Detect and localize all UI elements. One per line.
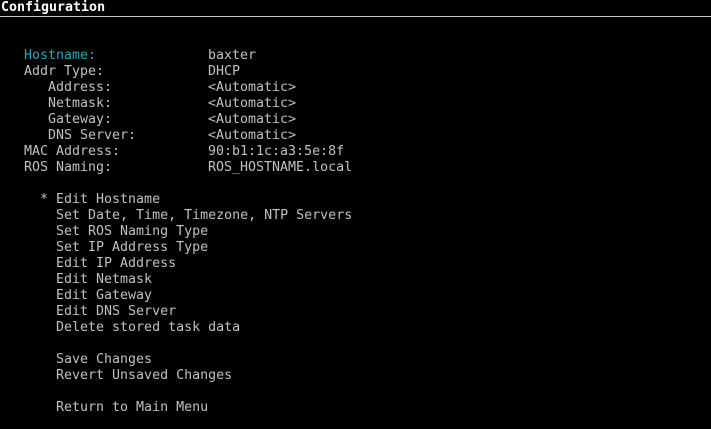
menu-item-set-ros-naming-type[interactable]: Set ROS Naming Type <box>56 224 208 240</box>
gateway-value: <Automatic> <box>208 112 297 127</box>
mac-address-value: 90:b1:1c:a3:5e:8f <box>208 144 345 159</box>
title-bar: Configuration <box>0 0 711 17</box>
menu-item-edit-ip-address[interactable]: Edit IP Address <box>56 256 176 272</box>
menu-item-edit-hostname[interactable]: Edit Hostname <box>56 192 160 208</box>
hostname-value: baxter <box>208 48 257 63</box>
menu-item-return-main-menu[interactable]: Return to Main Menu <box>56 400 208 416</box>
menu-item-revert-changes[interactable]: Revert Unsaved Changes <box>56 368 232 384</box>
address-value: <Automatic> <box>208 80 297 95</box>
netmask-label: Netmask: <box>48 96 113 111</box>
gateway-label: Gateway: <box>48 112 113 127</box>
menu-item-set-date-time[interactable]: Set Date, Time, Timezone, NTP Servers <box>56 208 352 224</box>
menu-item-edit-netmask[interactable]: Edit Netmask <box>56 272 152 288</box>
menu-item-edit-dns-server[interactable]: Edit DNS Server <box>56 304 176 320</box>
mac-address-label: MAC Address: <box>24 144 121 159</box>
screen-title: Configuration <box>1 0 106 15</box>
ros-naming-label: ROS Naming: <box>24 160 113 175</box>
addr-type-label: Addr Type: <box>24 64 105 79</box>
addr-type-value: DHCP <box>208 64 241 79</box>
dns-server-label: DNS Server: <box>48 128 137 143</box>
netmask-value: <Automatic> <box>208 96 297 111</box>
menu-item-delete-task-data[interactable]: Delete stored task data <box>56 320 240 336</box>
menu-item-edit-gateway[interactable]: Edit Gateway <box>56 288 152 304</box>
selection-cursor: * <box>40 192 49 207</box>
menu-item-set-ip-address-type[interactable]: Set IP Address Type <box>56 240 208 256</box>
dns-server-value: <Automatic> <box>208 128 297 143</box>
hostname-label: Hostname: <box>24 48 97 63</box>
menu-item-save-changes[interactable]: Save Changes <box>56 352 152 368</box>
address-label: Address: <box>48 80 113 95</box>
ros-naming-value: ROS_HOSTNAME.local <box>208 160 353 175</box>
terminal-screen: Configuration Hostname: baxter Addr Type… <box>0 0 711 429</box>
